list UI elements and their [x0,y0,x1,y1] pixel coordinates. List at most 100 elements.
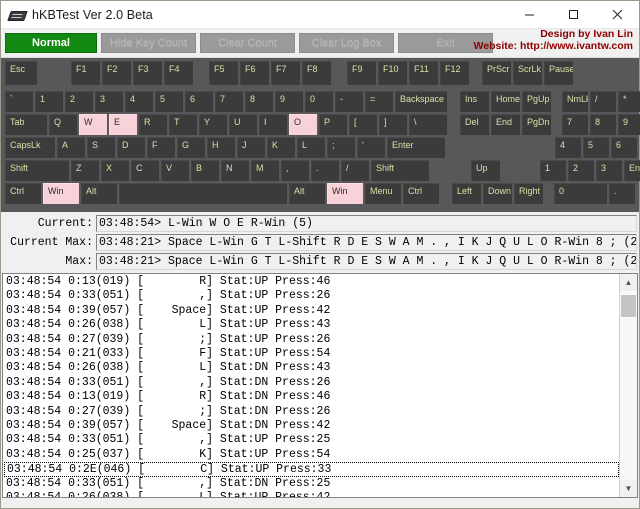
scrollbar-thumb[interactable] [621,295,636,317]
log-line[interactable]: 03:48:54 0:26(038) [ L] Stat:UP Press:42 [4,491,619,497]
key-spacer [553,114,560,135]
key-f8: F8 [302,61,331,85]
log-box[interactable]: 03:48:54 0:13(019) [ R] Stat:UP Press:46… [2,273,638,498]
maximize-button[interactable] [551,1,595,28]
log-line[interactable]: 03:48:54 0:33(051) [ ,] Stat:UP Press:25 [4,433,619,447]
key-ctrl: Ctrl [5,183,41,204]
key-5: 5 [583,137,609,158]
log-line[interactable]: 03:48:54 0:25(037) [ K] Stat:UP Press:54 [4,448,619,462]
key-pgdn: PgDn [522,114,551,135]
key-tab: Tab [5,114,47,135]
credit-website: Website: http://www.ivantw.com [473,40,633,52]
log-list[interactable]: 03:48:54 0:13(019) [ R] Stat:UP Press:46… [3,274,619,497]
current-max-row: Current Max: 03:48:21> Space L-Win G T L… [1,233,639,251]
key-f: F [147,137,175,158]
key-shift: Shift [371,160,429,181]
key-d: D [117,137,145,158]
key-f5: F5 [209,61,238,85]
key-spacer [195,61,207,85]
key-4: 4 [555,137,581,158]
key-shift: Shift [5,160,69,181]
status-panel: Current: 03:48:54> L-Win W O E R-Win (5)… [1,212,639,272]
key-a: A [57,137,85,158]
log-line[interactable]: 03:48:54 0:27(039) [ ;] Stat:DN Press:26 [4,405,619,419]
close-button[interactable] [595,1,639,28]
scroll-up-arrow-icon[interactable]: ▲ [620,274,637,291]
key-pause: Pause [544,61,573,85]
key-spacer [553,91,560,112]
key-w: W [79,114,107,135]
scroll-down-arrow-icon[interactable]: ▼ [620,480,637,497]
current-value: 03:48:54> L-Win W O E R-Win (5) [96,214,637,232]
log-line[interactable]: 03:48:54 0:33(051) [ ,] Stat:DN Press:26 [4,376,619,390]
key-8: 8 [590,114,616,135]
key-y: Y [199,114,227,135]
log-line[interactable]: 03:48:54 0:21(033) [ F] Stat:UP Press:54 [4,347,619,361]
key-: [ [349,114,377,135]
key-i: I [259,114,287,135]
normal-button[interactable]: Normal [5,33,97,53]
key-4: 4 [125,91,153,112]
log-line[interactable]: 03:48:54 0:13(019) [ R] Stat:DN Press:46 [4,390,619,404]
key-nmlk: NmLk [562,91,588,112]
keyboard-map: Esc F1 F2 F3 F4 F5 F6 F7 F8 F9 F10 F11 F12 PrScr ScrLk… [1,58,640,212]
key-7: 7 [215,91,243,112]
log-line[interactable]: 03:48:54 0:27(039) [ ;] Stat:UP Press:26 [4,333,619,347]
key-end: End [491,114,520,135]
current-row: Current: 03:48:54> L-Win W O E R-Win (5) [1,214,639,232]
minimize-button[interactable] [507,1,551,28]
key-: ; [327,137,355,158]
log-scrollbar[interactable]: ▲ ▼ [619,274,637,497]
key-s: S [87,137,115,158]
key-enter: Enter [387,137,445,158]
log-line[interactable]: 03:48:54 0:39(057) [ Space] Stat:DN Pres… [4,419,619,433]
log-line[interactable]: 03:48:54 0:26(038) [ L] Stat:DN Press:43 [4,361,619,375]
qwerty-row: TabQWERTYUIOP[]\DelEndPgDn789+ [5,114,640,135]
log-line[interactable]: 03:48:54 0:2E(046) [ C] Stat:UP Press:33 [4,462,619,478]
key-right: Right [514,183,543,204]
key-v: V [161,160,189,181]
key-spacer [449,91,458,112]
key-spacer [333,61,345,85]
current-max-label: Current Max: [10,235,93,249]
key-f6: F6 [240,61,269,85]
key-q: Q [49,114,77,135]
key-b: B [191,160,219,181]
current-label: Current: [37,216,93,230]
key-7: 7 [562,114,588,135]
key-t: T [169,114,197,135]
scrollbar-track[interactable] [620,291,637,480]
key-3: 3 [95,91,123,112]
number-row: `1234567890-=BackspaceInsHomePgUpNmLk/*- [5,91,640,112]
key-h: H [207,137,235,158]
clear-log-box-button[interactable]: Clear Log Box [299,33,394,53]
key-spacer [447,137,553,158]
key-z: Z [71,160,99,181]
key-x: X [101,160,129,181]
log-line[interactable]: 03:48:54 0:33(051) [ ,] Stat:UP Press:26 [4,289,619,303]
log-line[interactable]: 03:48:54 0:13(019) [ R] Stat:UP Press:46 [4,275,619,289]
status-bar [1,499,639,508]
key-ins: Ins [460,91,489,112]
hide-key-count-button[interactable]: Hide Key Count [101,33,196,53]
key-spacer [545,183,552,204]
log-line[interactable]: 03:48:54 0:33(051) [ ,] Stat:DN Press:25 [4,477,619,491]
window-controls [507,1,639,28]
key-alt: Alt [289,183,325,204]
key-: / [341,160,369,181]
key-down: Down [483,183,512,204]
key-6: 6 [611,137,637,158]
key-capslk: CapsLk [5,137,55,158]
key-scrlk: ScrLk [513,61,542,85]
key-menu: Menu [365,183,401,204]
log-line[interactable]: 03:48:54 0:26(038) [ L] Stat:UP Press:43 [4,318,619,332]
key-: - [335,91,363,112]
shift-row: ShiftZXCVBNM,./ShiftUp123Enter [5,160,640,181]
key-6: 6 [185,91,213,112]
clear-count-button[interactable]: Clear Count [200,33,295,53]
key-j: J [237,137,265,158]
key-: ] [379,114,407,135]
key-f9: F9 [347,61,376,85]
key-left: Left [452,183,481,204]
log-line[interactable]: 03:48:54 0:39(057) [ Space] Stat:UP Pres… [4,304,619,318]
